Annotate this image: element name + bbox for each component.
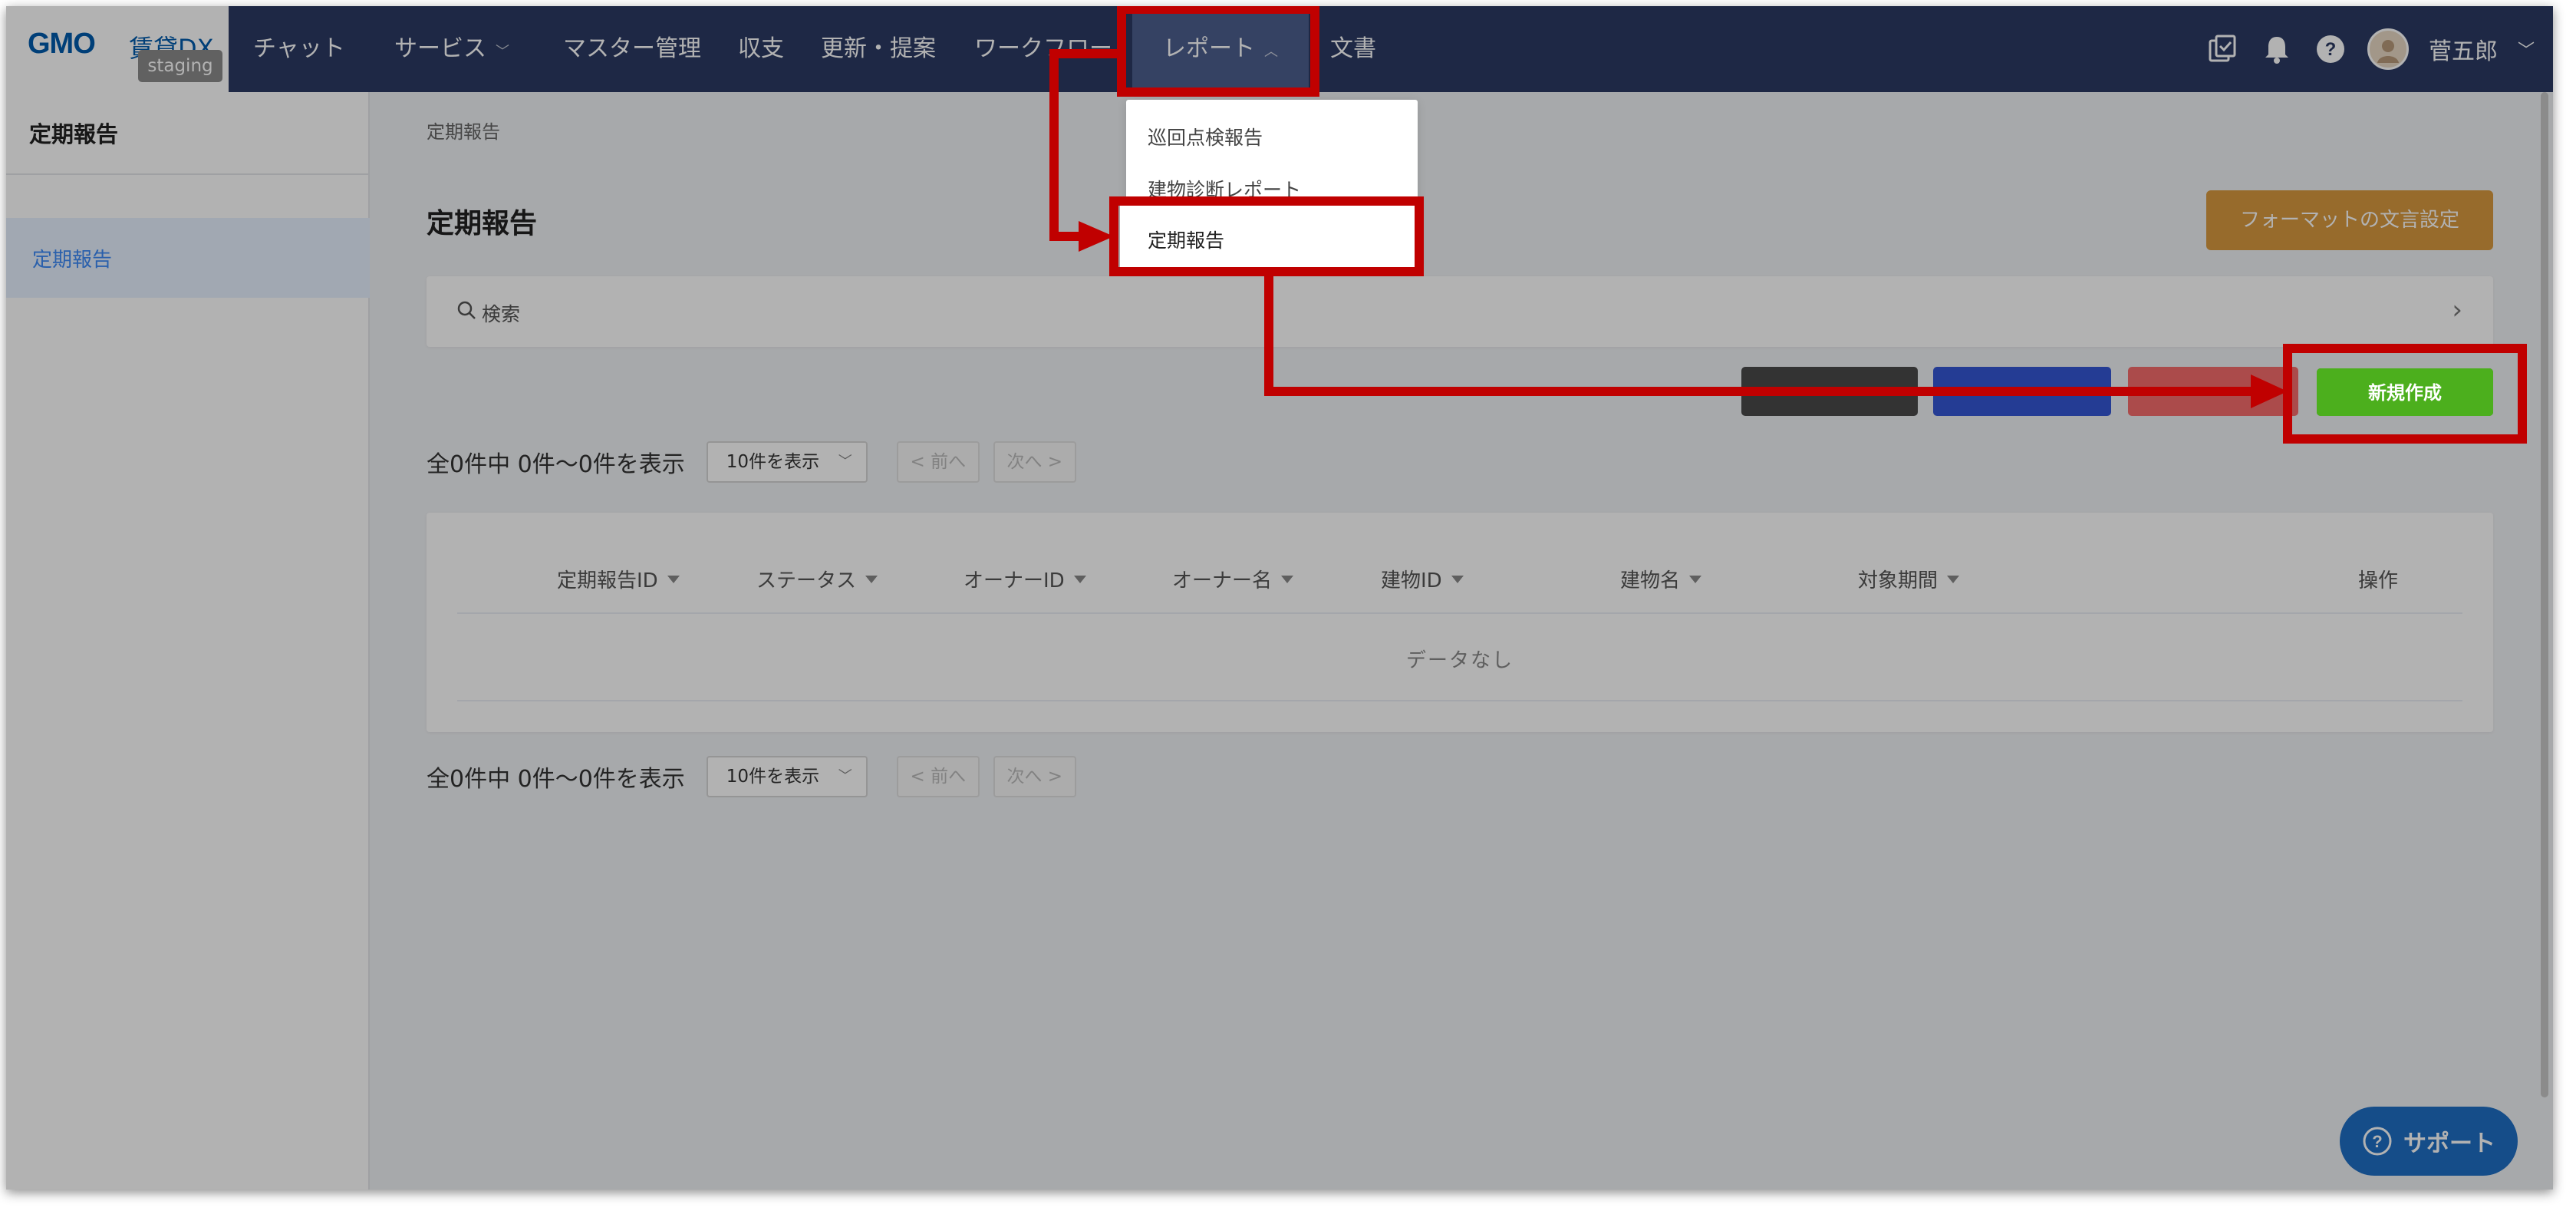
sidebar-item-label: 定期報告 bbox=[32, 249, 113, 272]
report-nav-highlight bbox=[1132, 6, 1313, 92]
nav-item-label: 収支 bbox=[738, 35, 784, 62]
sort-caret-icon bbox=[1689, 575, 1702, 583]
logo[interactable]: GMO 賃貸DX staging bbox=[6, 6, 229, 92]
nav-right-group: ? 菅五郎 ﹀ bbox=[2206, 6, 2535, 92]
nav-item-master[interactable]: マスター管理 bbox=[563, 6, 701, 92]
page-size-value: 10件を表示 bbox=[726, 767, 820, 787]
sidebar-title: 定期報告 bbox=[29, 121, 119, 147]
column-header-label: 操作 bbox=[2358, 569, 2399, 592]
nav-item-label: チャット bbox=[253, 35, 345, 62]
search-label: 検索 bbox=[482, 303, 521, 325]
divider bbox=[6, 173, 370, 175]
column-header-owner-name[interactable]: オーナー名 bbox=[1172, 565, 1294, 593]
column-header-label: オーナー名 bbox=[1172, 569, 1273, 592]
task-check-icon[interactable] bbox=[2206, 32, 2240, 66]
sidebar-item-periodic-report[interactable]: 定期報告 bbox=[6, 218, 370, 298]
column-header-actions: 操作 bbox=[2358, 565, 2398, 593]
next-page-button[interactable]: 次へ > bbox=[993, 441, 1076, 483]
menu-item-label: 定期報告 bbox=[1148, 229, 1225, 252]
chevron-right-icon[interactable]: › bbox=[2452, 295, 2462, 325]
chevron-down-icon: ﹀ bbox=[496, 44, 509, 60]
data-table: 定期報告ID ステータス オーナーID オーナー名 建物ID 建物名 対象期間 … bbox=[427, 513, 2493, 732]
scrollbar[interactable] bbox=[2541, 92, 2548, 1097]
sidebar: 定期報告 定期報告 bbox=[6, 92, 370, 1190]
nav-item-renewal[interactable]: 更新・提案 bbox=[821, 6, 936, 92]
result-summary: 全0件中 0件～0件を表示 bbox=[427, 451, 685, 478]
nav-item-chat[interactable]: チャット bbox=[253, 6, 345, 92]
divider bbox=[457, 612, 2462, 614]
sort-caret-icon bbox=[667, 575, 680, 583]
sort-caret-icon bbox=[1281, 575, 1294, 583]
help-circle-icon: ? bbox=[2363, 1127, 2392, 1156]
action-button-3[interactable] bbox=[2128, 367, 2298, 416]
help-circle-icon[interactable]: ? bbox=[2314, 32, 2347, 66]
support-label: サポート bbox=[2403, 1130, 2495, 1157]
result-summary: 全0件中 0件～0件を表示 bbox=[427, 766, 685, 793]
page-size-select[interactable]: 10件を表示 ﹀ bbox=[706, 756, 868, 797]
column-header-label: 建物ID bbox=[1381, 569, 1442, 592]
breadcrumb[interactable]: 定期報告 bbox=[427, 117, 500, 144]
logo-brand: GMO bbox=[28, 28, 96, 60]
column-header-report-id[interactable]: 定期報告ID bbox=[557, 565, 680, 593]
menu-item-building-diagnosis[interactable]: 建物診断レポート bbox=[1148, 175, 1301, 203]
action-button-1[interactable] bbox=[1741, 367, 1918, 416]
column-header-label: 建物名 bbox=[1620, 569, 1681, 592]
nav-item-service[interactable]: サービス ﹀ bbox=[394, 6, 509, 92]
search-icon bbox=[457, 301, 476, 319]
page-size-select[interactable]: 10件を表示 ﹀ bbox=[706, 441, 868, 483]
sort-caret-icon bbox=[1451, 575, 1464, 583]
column-header-label: 定期報告ID bbox=[557, 569, 658, 592]
nav-item-workflow[interactable]: ワークフロー bbox=[974, 6, 1112, 92]
sort-caret-icon bbox=[1073, 575, 1086, 583]
page-size-value: 10件を表示 bbox=[726, 452, 820, 472]
sort-caret-icon bbox=[1947, 575, 1960, 583]
svg-text:?: ? bbox=[2325, 39, 2337, 60]
column-header-label: ステータス bbox=[756, 569, 857, 592]
nav-item-label: サービス bbox=[394, 35, 486, 62]
svg-text:?: ? bbox=[2372, 1132, 2382, 1151]
user-name[interactable]: 菅五郎 bbox=[2429, 32, 2498, 66]
next-page-button[interactable]: 次へ > bbox=[993, 756, 1076, 797]
nav-item-label: 更新・提案 bbox=[821, 35, 936, 62]
nav-item-label: ワークフロー bbox=[974, 35, 1112, 62]
action-button-2[interactable] bbox=[1933, 367, 2111, 416]
column-header-label: 対象期間 bbox=[1858, 569, 1939, 592]
sort-caret-icon bbox=[865, 575, 878, 583]
column-header-owner-id[interactable]: オーナーID bbox=[964, 565, 1086, 593]
nav-item-income[interactable]: 収支 bbox=[738, 6, 784, 92]
search-panel[interactable]: 検索 › bbox=[427, 276, 2493, 347]
prev-page-button[interactable]: < 前へ bbox=[896, 441, 980, 483]
prev-page-button[interactable]: < 前へ bbox=[896, 756, 980, 797]
app-window: GMO 賃貸DX staging チャット サービス ﹀ マスター管理 収支 更新… bbox=[6, 6, 2553, 1190]
column-header-period[interactable]: 対象期間 bbox=[1858, 565, 1960, 593]
nav-item-documents[interactable]: 文書 bbox=[1330, 6, 1376, 92]
divider bbox=[457, 700, 2462, 701]
chevron-down-icon: ﹀ bbox=[838, 454, 852, 470]
avatar[interactable] bbox=[2367, 28, 2409, 70]
format-settings-button[interactable]: フォーマットの文言設定 bbox=[2206, 190, 2493, 250]
empty-state-text: データなし bbox=[1405, 649, 1514, 672]
menu-item-periodic-report[interactable]: 定期報告 bbox=[1120, 206, 1413, 270]
environment-badge: staging bbox=[138, 50, 222, 82]
chevron-down-icon[interactable]: ﹀ bbox=[2518, 37, 2535, 61]
column-header-label: オーナーID bbox=[964, 569, 1065, 592]
nav-item-label: マスター管理 bbox=[563, 35, 701, 62]
support-button[interactable]: ? サポート bbox=[2340, 1107, 2518, 1176]
annotation-arrowhead-1 bbox=[1079, 221, 1114, 252]
column-header-building-name[interactable]: 建物名 bbox=[1620, 565, 1702, 593]
menu-item-patrol-inspection[interactable]: 巡回点検報告 bbox=[1148, 123, 1263, 150]
create-new-button-highlight[interactable]: 新規作成 bbox=[2317, 368, 2493, 416]
chevron-down-icon: ﹀ bbox=[838, 768, 852, 784]
pagination-top: 全0件中 0件～0件を表示 10件を表示 ﹀ < 前へ 次へ > bbox=[427, 441, 1076, 483]
pagination-bottom: 全0件中 0件～0件を表示 10件を表示 ﹀ < 前へ 次へ > bbox=[427, 755, 1076, 798]
column-header-status[interactable]: ステータス bbox=[756, 565, 878, 593]
column-header-building-id[interactable]: 建物ID bbox=[1381, 565, 1464, 593]
page-title: 定期報告 bbox=[427, 208, 538, 239]
nav-item-label: 文書 bbox=[1330, 35, 1376, 62]
bell-icon[interactable] bbox=[2260, 32, 2294, 66]
